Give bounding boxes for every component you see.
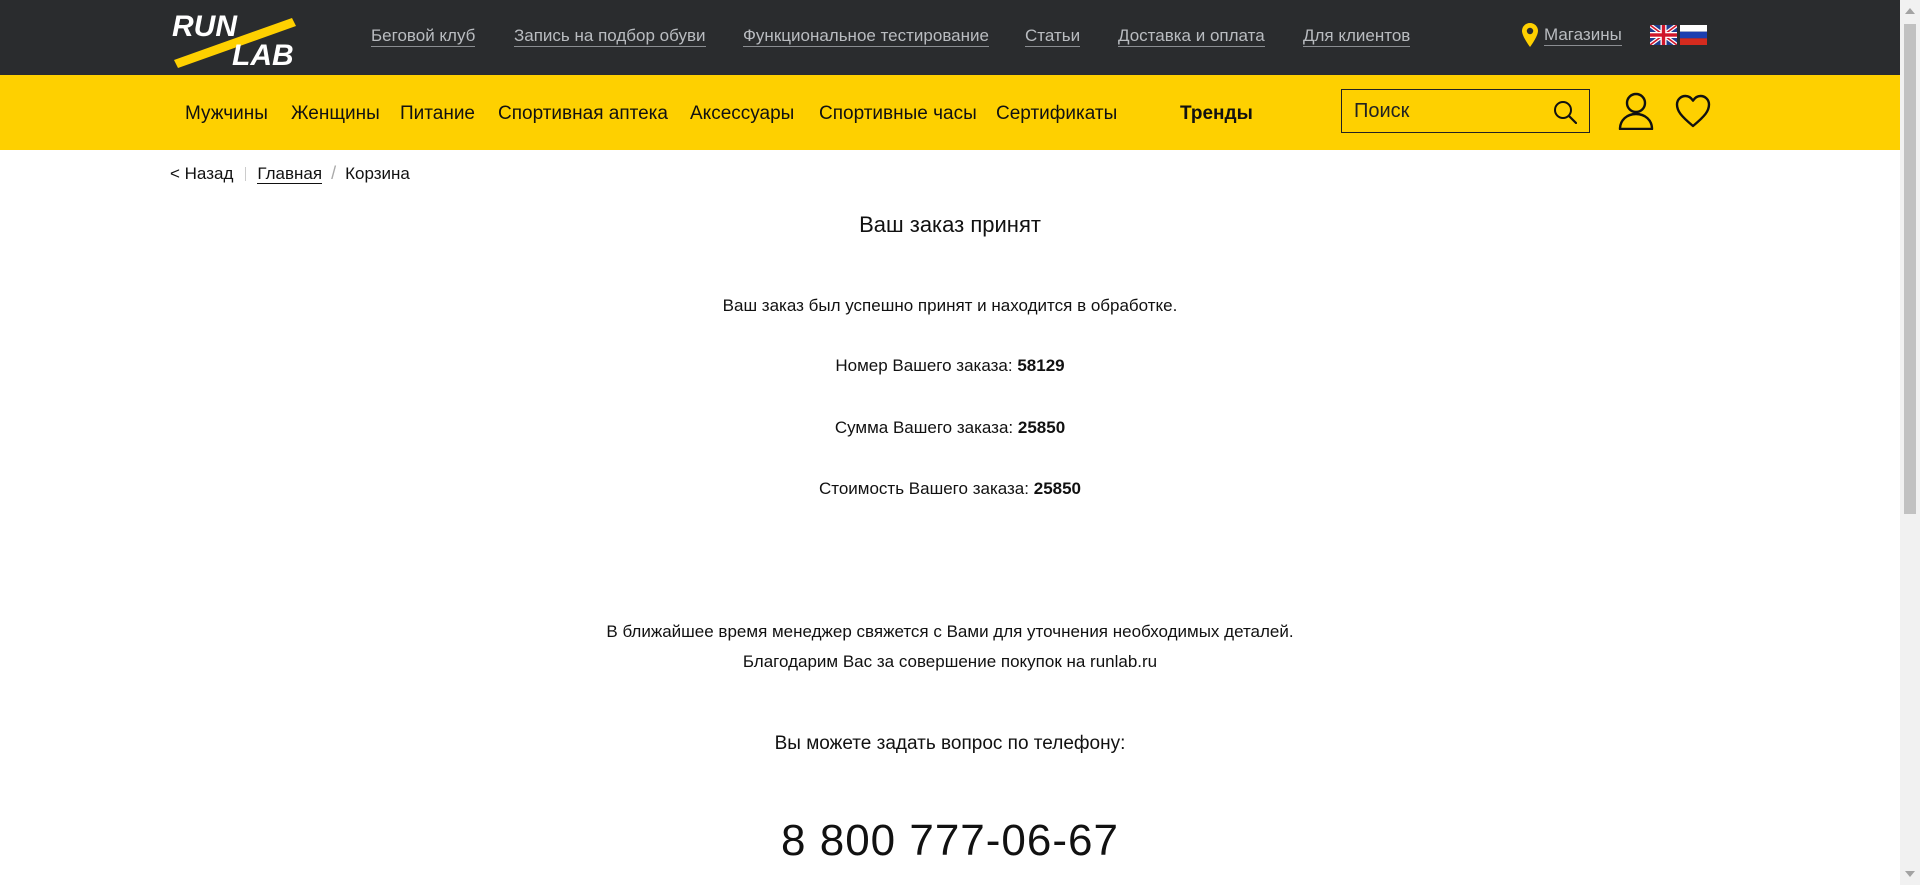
user-account-icon[interactable] <box>1618 92 1654 130</box>
breadcrumb-current: Корзина <box>345 163 410 183</box>
back-link[interactable]: < Назад <box>170 164 233 184</box>
category-sport-watches[interactable]: Спортивные часы <box>819 103 977 125</box>
location-pin-icon <box>1522 23 1538 47</box>
page-title: Ваш заказ принят <box>859 212 1041 237</box>
link-delivery-payment[interactable]: Доставка и оплата <box>1118 26 1265 47</box>
support-phone-number[interactable]: 8 800 777-06-67 <box>0 816 1900 866</box>
logo-text-top: RUN <box>172 10 238 43</box>
category-accessories[interactable]: Аксессуары <box>690 103 794 125</box>
search-icon[interactable] <box>1553 100 1577 124</box>
order-cost-value: 25850 <box>1033 479 1082 498</box>
stores-label: Магазины <box>1544 24 1622 46</box>
link-shoe-fitting[interactable]: Запись на подбор обуви <box>514 26 706 47</box>
category-men[interactable]: Мужчины <box>185 103 268 125</box>
breadcrumb: < Назад Главная / Корзина <box>170 163 410 184</box>
page-scrollbar[interactable] <box>1900 0 1920 885</box>
scrollbar-thumb[interactable] <box>1904 24 1916 514</box>
russia-flag-icon[interactable] <box>1680 25 1707 45</box>
phone-prompt: Вы можете задать вопрос по телефону: <box>774 733 1126 754</box>
order-accepted-message: Ваш заказ был успешно принят и находится… <box>722 296 1178 315</box>
thanks-message: Благодарим Вас за совершение покупок на … <box>742 652 1158 671</box>
manager-contact-note: В ближайшее время менеджер свяжется с Ва… <box>606 622 1294 641</box>
favorites-heart-icon[interactable] <box>1675 94 1711 128</box>
order-sum-value: 25850 <box>1017 418 1066 437</box>
breadcrumb-divider <box>245 166 247 181</box>
order-sum-line: Сумма Вашего заказа: 25850 <box>0 418 1900 438</box>
logo-text-bottom: LAB <box>232 39 294 68</box>
link-articles[interactable]: Статьи <box>1025 26 1081 47</box>
category-bar: Мужчины Женщины Питание Спортивная аптек… <box>0 75 1900 150</box>
category-sports-pharmacy[interactable]: Спортивная аптека <box>498 103 668 125</box>
order-cost-line: Стоимость Вашего заказа: 25850 <box>0 479 1900 499</box>
search-input[interactable] <box>1342 90 1554 132</box>
search-box <box>1341 89 1590 133</box>
category-trends[interactable]: Тренды <box>1180 103 1253 125</box>
breadcrumb-home-link[interactable]: Главная <box>257 164 323 184</box>
breadcrumb-separator: / <box>331 163 337 183</box>
stores-link[interactable]: Магазины <box>1522 20 1622 50</box>
link-for-clients[interactable]: Для клиентов <box>1303 26 1411 47</box>
category-certificates[interactable]: Сертификаты <box>996 103 1117 125</box>
link-running-club[interactable]: Беговой клуб <box>371 26 476 47</box>
runlab-logo[interactable]: RUN LAB <box>170 8 310 68</box>
order-sum-label: Сумма Вашего заказа: <box>834 418 1014 437</box>
link-functional-testing[interactable]: Функциональное тестирование <box>743 26 989 47</box>
order-number-label: Номер Вашего заказа: <box>835 356 1013 375</box>
scroll-down-arrow-icon[interactable] <box>1905 871 1915 877</box>
top-bar: RUN LAB Беговой клуб Запись на подбор об… <box>0 0 1900 75</box>
order-number-line: Номер Вашего заказа: 58129 <box>0 356 1900 376</box>
category-women[interactable]: Женщины <box>291 103 380 125</box>
order-number-value: 58129 <box>1017 356 1065 375</box>
category-nutrition[interactable]: Питание <box>400 103 475 125</box>
uk-flag-icon[interactable] <box>1650 25 1677 45</box>
scroll-up-arrow-icon[interactable] <box>1905 8 1915 14</box>
order-cost-label: Стоимость Вашего заказа: <box>818 479 1029 498</box>
